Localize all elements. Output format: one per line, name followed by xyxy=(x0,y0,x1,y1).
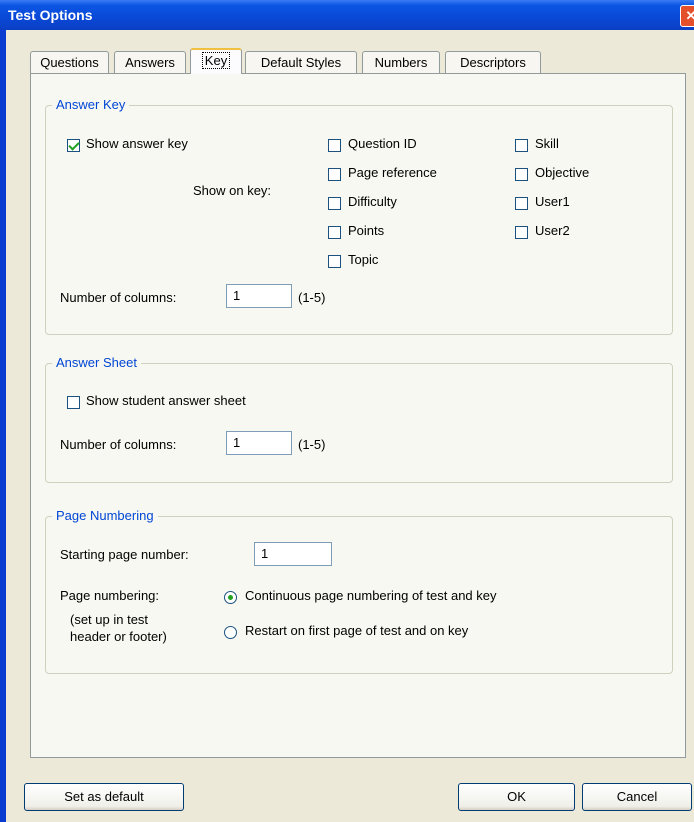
show-answer-key-label: Show answer key xyxy=(86,136,188,151)
show-student-sheet-label: Show student answer sheet xyxy=(86,393,246,408)
page-reference-checkbox[interactable] xyxy=(328,168,341,181)
page-numbering-label: Page numbering: xyxy=(60,588,160,603)
starting-page-input[interactable]: 1 xyxy=(254,542,332,566)
tab-panel-key: Answer Key Show answer key Show on key: … xyxy=(30,73,686,758)
user2-label: User2 xyxy=(535,223,570,238)
tab-key[interactable]: Key xyxy=(190,48,242,74)
user1-checkbox[interactable] xyxy=(515,197,528,210)
sheet-columns-input[interactable]: 1 xyxy=(226,431,292,455)
tab-label: Numbers xyxy=(374,55,428,70)
skill-label: Skill xyxy=(535,136,559,151)
question-id-label: Question ID xyxy=(348,136,417,151)
difficulty-checkbox[interactable] xyxy=(328,197,341,210)
continuous-numbering-radio[interactable] xyxy=(224,591,237,604)
user2-checkbox[interactable] xyxy=(515,226,528,239)
tab-label: Default Styles xyxy=(260,55,342,70)
skill-checkbox[interactable] xyxy=(515,139,528,152)
starting-page-label: Starting page number: xyxy=(60,547,189,562)
objective-label: Objective xyxy=(535,165,590,180)
points-label: Points xyxy=(348,223,385,238)
answer-sheet-title: Answer Sheet xyxy=(52,355,141,370)
points-checkbox[interactable] xyxy=(328,226,341,239)
page-numbering-group: Page Numbering Starting page number: 1 P… xyxy=(45,508,673,674)
topic-checkbox[interactable] xyxy=(328,255,341,268)
tab-default-styles[interactable]: Default Styles xyxy=(245,51,357,73)
close-icon[interactable]: ✕ xyxy=(680,5,694,27)
user1-label: User1 xyxy=(535,194,570,209)
tab-label: Descriptors xyxy=(460,55,526,70)
dialog-window: Test Options ✕ Questions Answers Key Def… xyxy=(0,0,694,822)
question-id-checkbox[interactable] xyxy=(328,139,341,152)
set-as-default-button[interactable]: Set as default xyxy=(24,783,184,811)
page-reference-label: Page reference xyxy=(348,165,437,180)
restart-numbering-radio[interactable] xyxy=(224,626,237,639)
cancel-button[interactable]: Cancel xyxy=(582,783,692,811)
show-student-sheet-checkbox[interactable] xyxy=(67,396,80,409)
page-numbering-note-2: header or footer) xyxy=(70,629,167,644)
show-on-key-label: Show on key: xyxy=(193,183,272,198)
page-numbering-note-1: (set up in test xyxy=(70,612,149,627)
answer-key-group: Answer Key Show answer key Show on key: … xyxy=(45,97,673,335)
objective-checkbox[interactable] xyxy=(515,168,528,181)
answer-key-title: Answer Key xyxy=(52,97,130,112)
sheet-columns-label: Number of columns: xyxy=(60,437,177,452)
key-columns-label: Number of columns: xyxy=(60,290,177,305)
answer-sheet-group: Answer Sheet Show student answer sheet N… xyxy=(45,355,673,483)
tab-answers[interactable]: Answers xyxy=(114,51,186,73)
continuous-numbering-label: Continuous page numbering of test and ke… xyxy=(245,588,497,603)
window-title: Test Options xyxy=(8,7,93,23)
topic-label: Topic xyxy=(348,252,379,267)
title-bar: Test Options ✕ xyxy=(0,0,694,30)
difficulty-label: Difficulty xyxy=(348,194,397,209)
ok-button[interactable]: OK xyxy=(458,783,575,811)
restart-numbering-label: Restart on first page of test and on key xyxy=(245,623,469,638)
page-numbering-title: Page Numbering xyxy=(52,508,158,523)
tab-label: Answers xyxy=(125,55,175,70)
tab-descriptors[interactable]: Descriptors xyxy=(445,51,541,73)
sheet-columns-range: (1-5) xyxy=(298,437,326,452)
tab-label: Questions xyxy=(40,55,99,70)
tab-numbers[interactable]: Numbers xyxy=(362,51,440,73)
key-columns-range: (1-5) xyxy=(298,290,326,305)
tab-questions[interactable]: Questions xyxy=(30,51,109,73)
show-answer-key-checkbox[interactable] xyxy=(67,139,80,152)
key-columns-input[interactable]: 1 xyxy=(226,284,292,308)
tab-label: Key xyxy=(201,52,231,69)
